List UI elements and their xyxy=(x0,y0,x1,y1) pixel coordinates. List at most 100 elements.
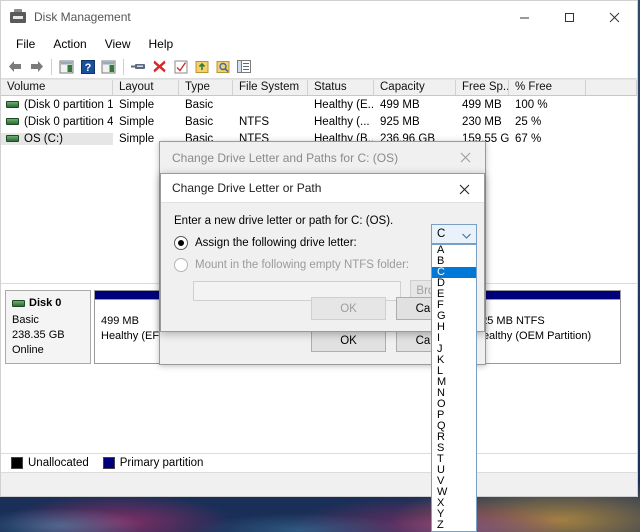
drive-letter-value: C xyxy=(437,228,446,240)
close-icon xyxy=(460,152,470,163)
cell-free-space: 230 MB xyxy=(462,115,502,128)
menu-item-file[interactable]: File xyxy=(7,35,44,53)
cell-status: Healthy (E... xyxy=(314,98,374,111)
status-bar xyxy=(1,472,637,496)
cell-volume: OS (C:) xyxy=(24,132,63,145)
column-header-type[interactable]: Type xyxy=(179,80,233,95)
close-icon xyxy=(609,12,620,22)
minimize-icon xyxy=(520,17,529,18)
column-header-capacity[interactable]: Capacity xyxy=(374,80,456,95)
dialog-title-bar: Change Drive Letter or Path xyxy=(161,174,484,203)
table-row[interactable]: (Disk 0 partition 4) Simple Basic NTFS H… xyxy=(1,113,637,130)
ok-button[interactable]: OK xyxy=(311,329,386,352)
ok-button[interactable]: OK xyxy=(311,297,386,320)
column-header-status[interactable]: Status xyxy=(308,80,374,95)
new-volume-icon[interactable] xyxy=(191,57,212,77)
cell-percent-free: 100 % xyxy=(515,98,548,111)
dialog-close-button[interactable] xyxy=(444,174,484,205)
menu-bar: File Action View Help xyxy=(1,33,637,55)
disk-management-icon xyxy=(10,9,26,25)
chevron-down-icon xyxy=(462,230,471,242)
cell-percent-free: 67 % xyxy=(515,132,542,145)
svg-text:?: ? xyxy=(84,62,91,74)
radio-label-mount: Mount in the following empty NTFS folder… xyxy=(195,259,410,271)
help-icon[interactable]: ? xyxy=(77,57,98,77)
menu-item-view[interactable]: View xyxy=(96,35,140,53)
maximize-button[interactable] xyxy=(547,1,592,33)
cell-percent-free: 25 % xyxy=(515,115,542,128)
disk-status: Online xyxy=(12,344,44,356)
volume-icon xyxy=(6,101,19,108)
dialog-close-button[interactable] xyxy=(445,142,485,173)
legend-item-unallocated: Unallocated xyxy=(11,457,89,469)
legend-swatch-primary xyxy=(102,457,115,469)
cell-type: Basic xyxy=(185,115,214,128)
volume-table-header: Volume Layout Type File System Status Ca… xyxy=(1,79,637,96)
volume-icon xyxy=(6,118,19,125)
dialog-title: Change Drive Letter and Paths for C: (OS… xyxy=(172,150,399,165)
minimize-button[interactable] xyxy=(502,1,547,33)
maximize-icon xyxy=(565,12,574,22)
toolbar-separator xyxy=(123,58,124,75)
legend-swatch-unallocated xyxy=(11,457,23,469)
disk-type: Basic xyxy=(12,314,39,326)
partition-cap xyxy=(469,291,620,300)
cell-capacity: 925 MB xyxy=(380,115,420,128)
radio-button-unselected-icon xyxy=(174,258,188,272)
partition-status: Healthy (OEM Partition) xyxy=(475,330,592,342)
toolbar-separator xyxy=(51,58,52,75)
show-pane-icon[interactable] xyxy=(56,57,77,77)
title-bar: Disk Management xyxy=(1,1,637,33)
disk-info-panel[interactable]: Disk 0 Basic 238.35 GB Online xyxy=(5,290,91,364)
search-volume-icon[interactable] xyxy=(212,57,233,77)
drive-letter-dropdown-list[interactable]: ABCDEFGHIJKLMNOPQRSTUVWXYZ xyxy=(431,244,477,532)
properties-icon[interactable] xyxy=(98,57,119,77)
column-header-free-space[interactable]: Free Sp... xyxy=(456,80,509,95)
dialog-title-bar: Change Drive Letter and Paths for C: (OS… xyxy=(160,142,485,173)
radio-assign-drive-letter[interactable]: Assign the following drive letter: xyxy=(174,236,471,250)
cell-file-system: NTFS xyxy=(239,115,270,128)
delete-icon[interactable] xyxy=(149,57,170,77)
column-header-percent-free[interactable]: % Free xyxy=(509,80,586,95)
column-header-blank[interactable] xyxy=(586,80,637,95)
cell-status: Healthy (... xyxy=(314,115,370,128)
list-view-icon[interactable] xyxy=(233,57,254,77)
cell-layout: Simple xyxy=(119,98,155,111)
column-header-layout[interactable]: Layout xyxy=(113,80,179,95)
legend-item-primary-partition: Primary partition xyxy=(102,457,204,469)
dialog-title: Change Drive Letter or Path xyxy=(172,181,322,195)
legend: Unallocated Primary partition xyxy=(1,453,637,472)
cell-volume: (Disk 0 partition 1) xyxy=(24,98,113,111)
toolbar: ? xyxy=(1,55,637,79)
close-icon xyxy=(459,184,469,195)
volume-table-body: (Disk 0 partition 1) Simple Basic Health… xyxy=(1,96,637,147)
volume-icon xyxy=(6,135,19,142)
cell-volume: (Disk 0 partition 4) xyxy=(24,115,113,128)
drive-letter-combobox[interactable]: C xyxy=(431,224,477,244)
menu-item-action[interactable]: Action xyxy=(44,35,95,53)
disk-size: 238.35 GB xyxy=(12,329,65,341)
cell-capacity: 499 MB xyxy=(380,98,420,111)
cell-free-space: 499 MB xyxy=(462,98,502,111)
radio-button-selected-icon xyxy=(174,236,188,250)
disk-icon xyxy=(12,300,25,307)
legend-label-primary: Primary partition xyxy=(119,457,204,469)
table-row[interactable]: (Disk 0 partition 1) Simple Basic Health… xyxy=(1,96,637,113)
back-arrow-icon[interactable] xyxy=(5,57,26,77)
column-header-volume[interactable]: Volume xyxy=(1,80,113,95)
column-header-file-system[interactable]: File System xyxy=(233,80,308,95)
radio-label-assign: Assign the following drive letter: xyxy=(195,237,357,249)
rescan-disks-icon[interactable] xyxy=(128,57,149,77)
window-controls xyxy=(502,1,637,33)
forward-arrow-icon[interactable] xyxy=(26,57,47,77)
cell-type: Basic xyxy=(185,98,214,111)
dropdown-option-z[interactable]: Z xyxy=(432,520,476,531)
check-icon[interactable] xyxy=(170,57,191,77)
radio-mount-ntfs-folder[interactable]: Mount in the following empty NTFS folder… xyxy=(174,258,471,272)
dialog-prompt: Enter a new drive letter or path for C: … xyxy=(174,215,394,227)
cell-layout: Simple xyxy=(119,115,155,128)
close-button[interactable] xyxy=(592,1,637,33)
legend-label-unallocated: Unallocated xyxy=(28,457,89,469)
partition-block-3[interactable]: 925 MB NTFS Healthy (OEM Partition) xyxy=(468,290,621,364)
menu-item-help[interactable]: Help xyxy=(140,35,183,53)
